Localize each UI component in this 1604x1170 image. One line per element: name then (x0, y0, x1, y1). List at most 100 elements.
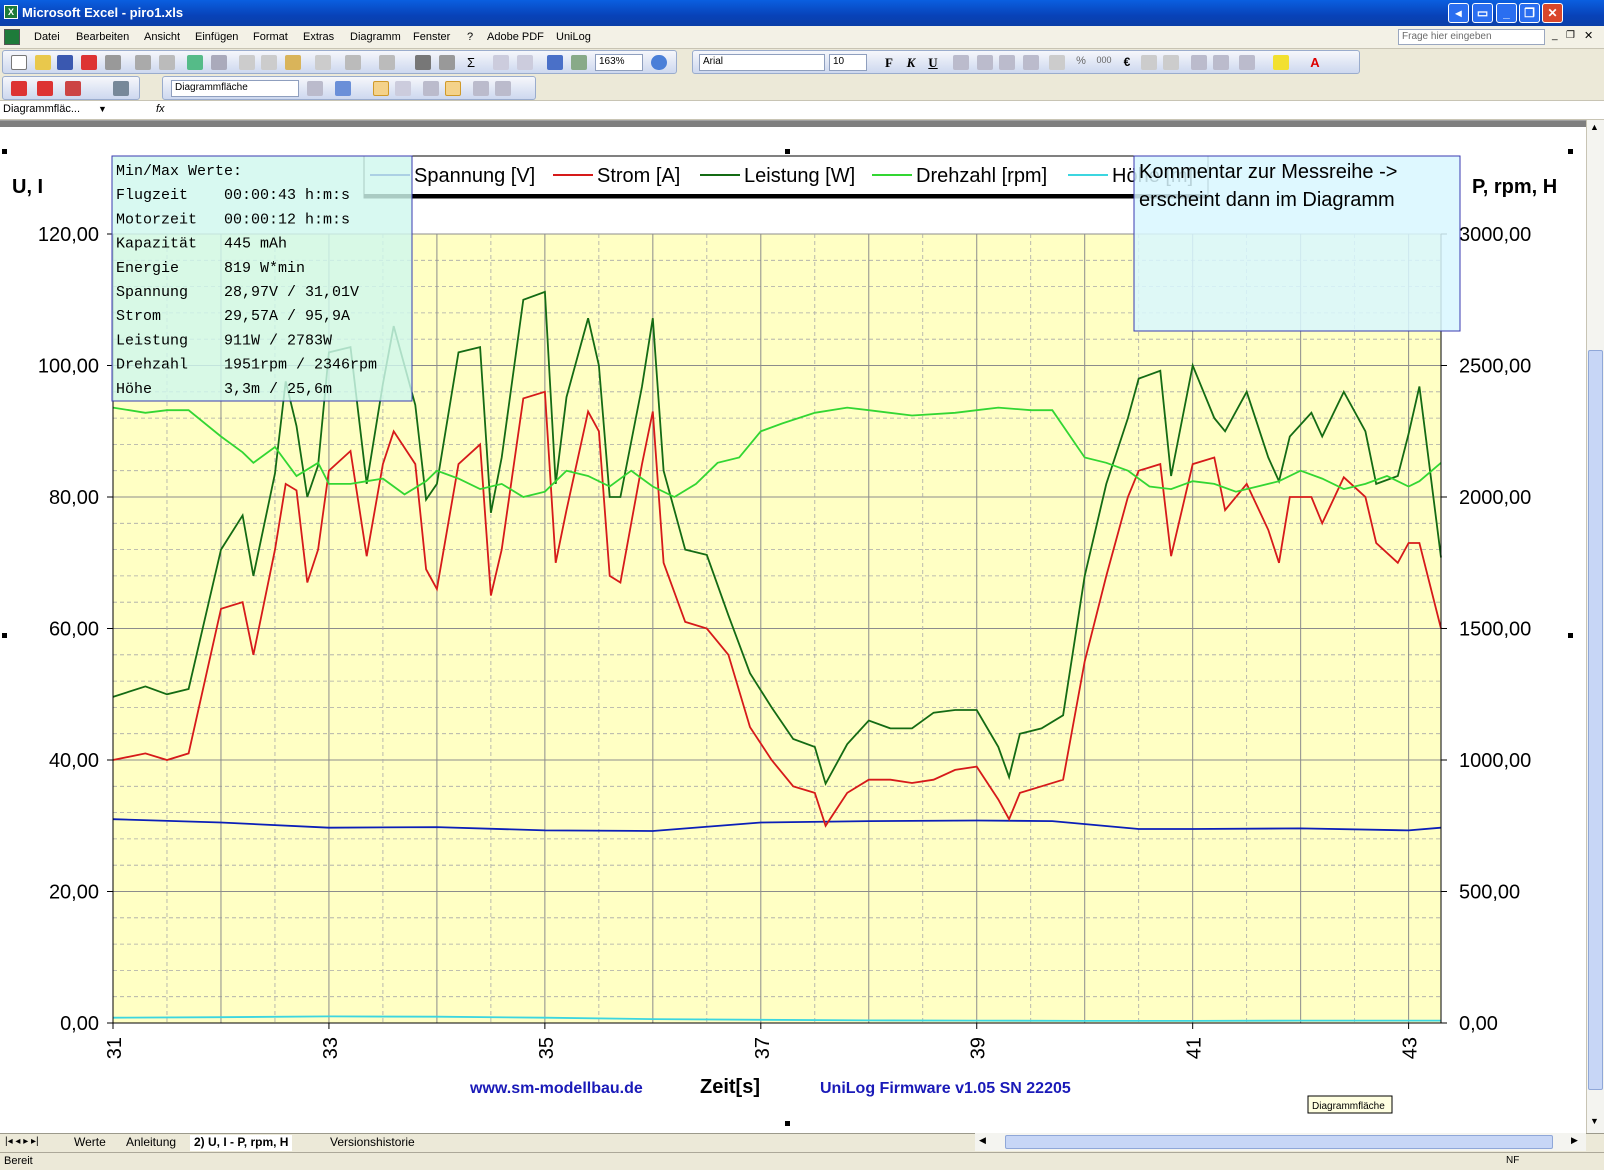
name-box[interactable]: Diagrammfläc... (1, 102, 111, 119)
workbook-icon[interactable] (4, 29, 20, 45)
tab-werte[interactable]: Werte (70, 1135, 110, 1151)
pdf-review-icon[interactable] (65, 81, 81, 96)
menu-adobe-pdf[interactable]: Adobe PDF (487, 31, 544, 43)
vertical-scroll-thumb[interactable] (1588, 350, 1603, 1090)
font-size-select[interactable]: 10 (829, 54, 867, 71)
zoom-select[interactable]: 163% (595, 54, 643, 71)
preview-icon[interactable] (159, 55, 175, 70)
by-row-icon[interactable] (423, 81, 439, 96)
fx-icon[interactable]: fx (156, 103, 165, 115)
menu-extras[interactable]: Extras (303, 31, 334, 43)
print-preview-icon[interactable] (135, 55, 151, 70)
menu-format[interactable]: Format (253, 31, 288, 43)
help-icon[interactable] (651, 55, 667, 70)
menu-fenster[interactable]: Fenster (413, 31, 450, 43)
increase-decimal-icon[interactable] (1141, 55, 1157, 70)
doc-minimize-icon[interactable]: _ (1552, 30, 1558, 41)
align-left-icon[interactable] (953, 55, 969, 70)
doc-restore-icon[interactable]: ❐ (1566, 30, 1575, 41)
back-icon[interactable]: ◂ (1448, 3, 1469, 23)
scroll-down-icon[interactable]: ▼ (1590, 1116, 1599, 1126)
thousands-button[interactable]: 000 (1093, 55, 1115, 70)
align-right-icon[interactable] (999, 55, 1015, 70)
menu-datei[interactable]: Datei (34, 31, 60, 43)
data-table-icon[interactable] (395, 81, 411, 96)
help-search-input[interactable]: Frage hier eingeben (1398, 29, 1545, 45)
menu-ansicht[interactable]: Ansicht (144, 31, 180, 43)
vertical-scrollbar[interactable]: ▲ ▼ (1586, 120, 1604, 1133)
font-name-select[interactable]: Arial (699, 54, 825, 71)
chart-wizard-icon[interactable] (547, 55, 563, 70)
merge-center-icon[interactable] (1023, 55, 1039, 70)
print-icon[interactable] (105, 55, 121, 70)
cut-icon[interactable] (239, 55, 255, 70)
name-box-dropdown-icon[interactable]: ▼ (98, 104, 107, 114)
borders-icon[interactable] (1239, 55, 1255, 70)
angle-text-up-icon[interactable] (495, 81, 511, 96)
format-chart-area-icon[interactable] (307, 81, 323, 96)
doc-close-icon[interactable]: ✕ (1584, 29, 1593, 42)
minimize-button[interactable]: _ (1496, 3, 1517, 23)
sort-descending-icon[interactable] (517, 55, 533, 70)
new-file-icon[interactable] (11, 55, 27, 70)
spellcheck-icon[interactable] (187, 55, 203, 70)
decrease-decimal-icon[interactable] (1163, 55, 1179, 70)
italic-button[interactable]: K (903, 55, 919, 70)
x-tick-label: 33 (320, 1037, 342, 1059)
horizontal-scrollbar[interactable]: ◀ ▶ (975, 1133, 1586, 1151)
copy-icon[interactable] (261, 55, 277, 70)
menu-unilog[interactable]: UniLog (556, 31, 591, 43)
scroll-left-icon[interactable]: ◀ (979, 1135, 986, 1146)
redo-icon[interactable] (379, 55, 395, 70)
tab-anleitung[interactable]: Anleitung (122, 1135, 180, 1151)
pdf-convert-icon[interactable] (11, 81, 27, 96)
sort-ascending-icon[interactable] (493, 55, 509, 70)
menu-diagramm[interactable]: Diagramm (350, 31, 401, 43)
hyperlink-icon[interactable] (415, 55, 431, 70)
tab-u-i-p-rpm-h[interactable]: 2) U, I - P, rpm, H (190, 1135, 293, 1151)
underline-button[interactable]: U (925, 55, 941, 70)
font-color-icon[interactable]: A (1307, 55, 1323, 70)
scroll-up-icon[interactable]: ▲ (1590, 122, 1599, 132)
currency-format-icon[interactable] (1049, 55, 1065, 70)
paste-icon[interactable] (285, 55, 301, 70)
fill-color-icon[interactable] (1273, 55, 1289, 70)
undo-icon[interactable] (345, 55, 361, 70)
align-center-icon[interactable] (977, 55, 993, 70)
chart-type-icon[interactable] (335, 81, 351, 96)
legend-toggle-icon[interactable] (373, 81, 389, 96)
x-tick-label: 39 (968, 1037, 990, 1059)
chart-object-select[interactable]: Diagrammfläche (171, 80, 299, 97)
chart-area[interactable]: 0,00 20,00 40,00 60,00 80,00 100,00 120,00 0,00… (0, 121, 1586, 1134)
angle-text-down-icon[interactable] (473, 81, 489, 96)
menu-help[interactable]: ? (467, 31, 473, 43)
restore-window-icon[interactable]: ▭ (1472, 3, 1493, 23)
chart-sheet[interactable]: 0,00 20,00 40,00 60,00 80,00 100,00 120,00 0,00… (0, 120, 1586, 1134)
euro-button[interactable]: € (1119, 55, 1135, 70)
pdf-mail-icon[interactable] (37, 81, 53, 96)
scroll-right-icon[interactable]: ▶ (1571, 1135, 1578, 1146)
bold-button[interactable]: F (881, 55, 897, 70)
increase-indent-icon[interactable] (1213, 55, 1229, 70)
autosum-icon[interactable]: Σ (463, 55, 479, 70)
comment-box[interactable]: Kommentar zur Messreihe -> erscheint dan… (1133, 155, 1461, 332)
save-icon[interactable] (57, 55, 73, 70)
unilog-icon[interactable] (113, 81, 129, 96)
first-sheet-icon[interactable]: |◂ ◂ ▸ ▸| (5, 1136, 39, 1147)
minmax-box[interactable]: Min/Max Werte: Flugzeit 00:00:43 h:m:s Mot… (111, 155, 413, 402)
tab-versionshistorie[interactable]: Versionshistorie (326, 1135, 419, 1151)
by-column-icon[interactable] (445, 81, 461, 96)
pdf-icon[interactable] (81, 55, 97, 70)
open-icon[interactable] (35, 55, 51, 70)
percent-button[interactable]: % (1073, 55, 1089, 70)
menu-einfuegen[interactable]: Einfügen (195, 31, 238, 43)
maximize-button[interactable]: ❐ (1519, 3, 1540, 23)
format-painter-icon[interactable] (315, 55, 331, 70)
menu-bearbeiten[interactable]: Bearbeiten (76, 31, 129, 43)
close-button[interactable]: ✕ (1542, 3, 1563, 23)
research-icon[interactable] (211, 55, 227, 70)
horizontal-scroll-thumb[interactable] (1005, 1135, 1553, 1149)
decrease-indent-icon[interactable] (1191, 55, 1207, 70)
map-icon[interactable] (439, 55, 455, 70)
drawing-icon[interactable] (571, 55, 587, 70)
